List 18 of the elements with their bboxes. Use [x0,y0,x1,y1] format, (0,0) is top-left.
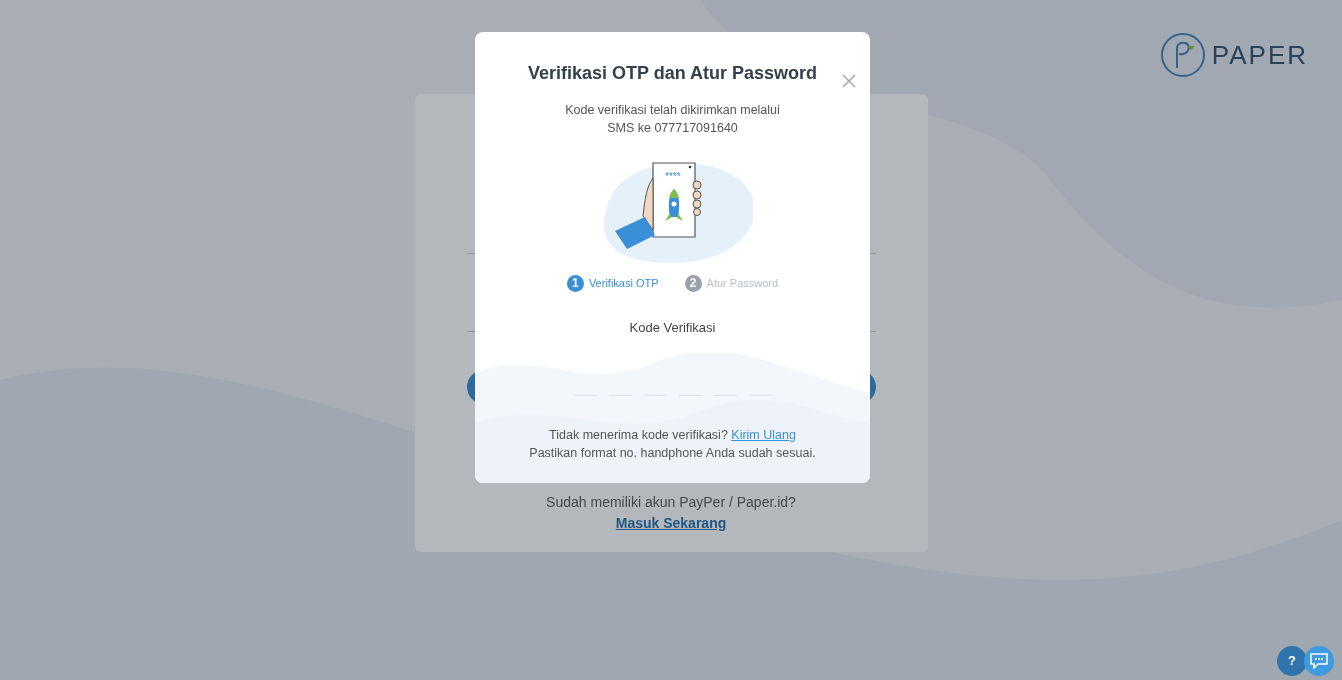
step-label: Verifikasi OTP [588,276,659,292]
logo-icon [1159,32,1206,78]
step-number: 2 [684,275,702,292]
resend-link[interactable]: Kirim Ulang [731,427,796,442]
close-icon [842,74,856,88]
step-number: 1 [566,275,584,292]
step-label: Atur Password [706,276,779,292]
modal-title: Verifikasi OTP dan Atur Password [526,62,819,85]
close-button[interactable] [840,72,858,90]
login-prompt: Sudah memiliki akun PayPer / Paper.id? [545,493,797,512]
resend-prompt: Tidak menerima kode verifikasi? Kirim Ulang [548,426,797,444]
logo-text: PAPER [1211,38,1308,72]
login-link[interactable]: Masuk Sekarang [466,513,876,534]
message-line: Kode verifikasi telah dikirimkan melalui [564,102,781,119]
phone-format-hint: Pastikan format no. handphone Anda sudah sesuai. [528,444,817,462]
message-line: SMS ke 077717091640 [606,120,739,137]
code-label: Kode Verifikasi [628,319,717,337]
chat-icon [1310,653,1328,669]
